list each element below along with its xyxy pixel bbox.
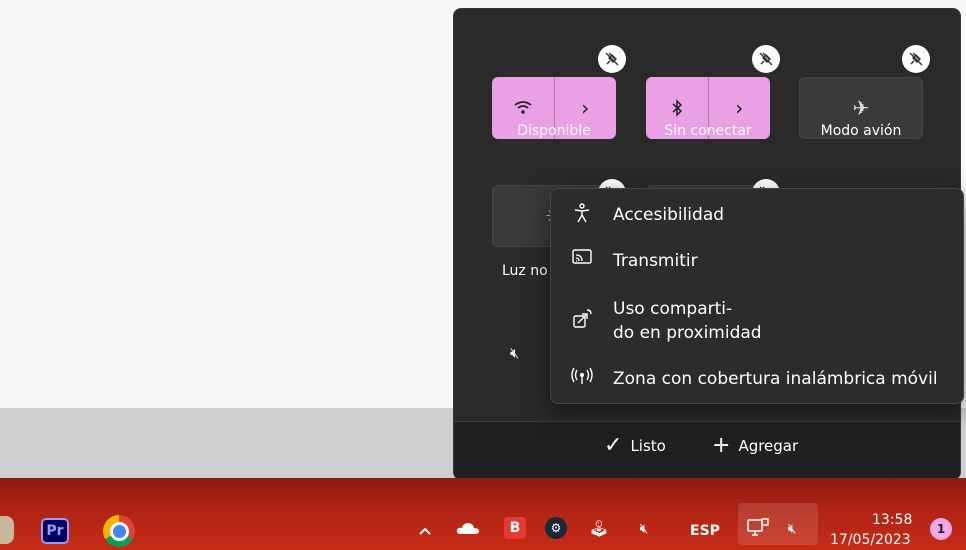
- steam-icon[interactable]: ⚙: [545, 517, 567, 539]
- mobile-hotspot-icon: [551, 367, 613, 390]
- panel-footer: [454, 421, 960, 479]
- app-b-icon[interactable]: B: [504, 517, 526, 539]
- unpin-icon[interactable]: [902, 45, 930, 73]
- app-icon[interactable]: [0, 516, 14, 544]
- game-controller-icon[interactable]: 🕹︎: [588, 519, 610, 538]
- volume-muted-icon[interactable]: 🔇︎: [510, 344, 519, 362]
- network-ethernet-icon: [746, 518, 770, 542]
- menu-item-cast[interactable]: Transmitir: [551, 249, 963, 273]
- add-button[interactable]: + Agregar: [712, 435, 798, 457]
- tile-label-airplane: Modo avión: [820, 123, 902, 139]
- done-button[interactable]: ✓ Listo: [604, 435, 666, 457]
- add-quick-settings-menu: Accesibilidad Transmitir Uso comparti- d…: [550, 188, 964, 404]
- cast-icon: [551, 249, 613, 270]
- done-label: Listo: [630, 437, 666, 455]
- plus-icon: +: [712, 433, 731, 458]
- menu-item-label: Accesibilidad: [613, 205, 725, 225]
- add-label: Agregar: [738, 437, 799, 455]
- onedrive-icon[interactable]: [455, 520, 481, 539]
- nearby-share-icon: [551, 297, 613, 334]
- unpin-icon[interactable]: [752, 45, 780, 73]
- menu-item-label: Uso comparti- do en proximidad: [613, 299, 762, 343]
- menu-item-label: Zona con cobertura inalámbrica móvil: [613, 369, 938, 389]
- accessibility-icon: [551, 203, 613, 228]
- clock-time[interactable]: 13:58: [872, 512, 912, 528]
- checkmark-icon: ✓: [604, 433, 623, 458]
- tile-label-wifi: Disponible: [517, 123, 591, 139]
- clock-date[interactable]: 17/05/2023: [830, 532, 911, 548]
- tile-label-bluetooth: Sin conectar: [664, 123, 752, 139]
- notification-badge[interactable]: 1: [930, 518, 952, 540]
- taskbar: [0, 478, 966, 550]
- volume-muted-icon: 🔇︎: [787, 521, 797, 537]
- menu-item-nearby-share[interactable]: Uso comparti- do en proximidad: [551, 297, 963, 345]
- tile-label-night-light: Luz no: [502, 263, 548, 279]
- chrome-icon[interactable]: [103, 515, 135, 547]
- premiere-icon[interactable]: Pr: [41, 518, 69, 544]
- volume-muted-icon[interactable]: 🔇︎: [632, 521, 656, 537]
- menu-item-accessibility[interactable]: Accesibilidad: [551, 203, 963, 228]
- menu-item-label: Transmitir: [613, 251, 698, 271]
- unpin-icon[interactable]: [598, 45, 626, 73]
- chevron-up-icon[interactable]: [415, 521, 435, 540]
- language-indicator[interactable]: ESP: [690, 523, 720, 539]
- menu-item-mobile-hotspot[interactable]: Zona con cobertura inalámbrica móvil: [551, 367, 963, 391]
